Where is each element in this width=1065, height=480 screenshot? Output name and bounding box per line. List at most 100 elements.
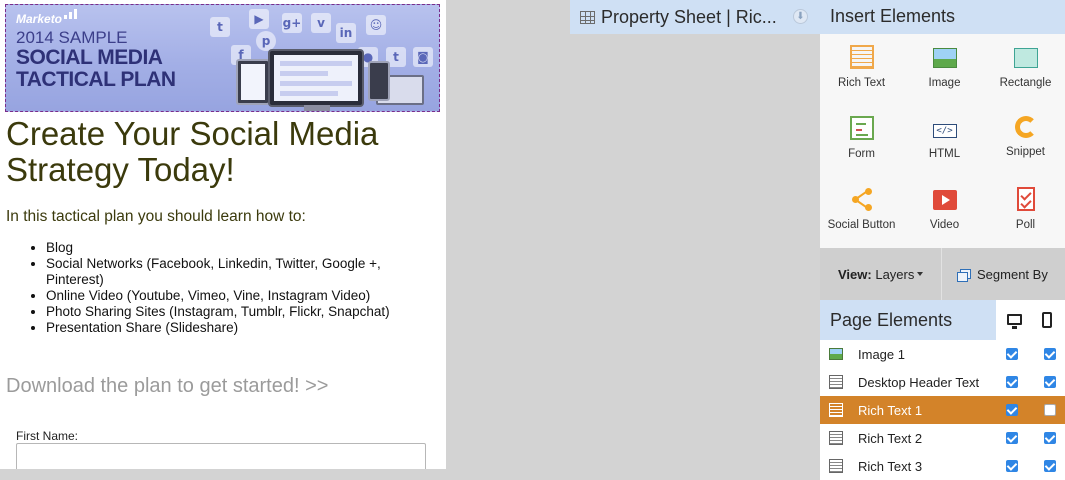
page-elements-header: Page Elements <box>820 300 1065 340</box>
tile-label: Rich Text <box>837 77 886 89</box>
rectangle-icon <box>1013 48 1038 68</box>
text-element-icon <box>829 375 843 389</box>
mobile-visibility-checkbox[interactable] <box>1044 460 1056 472</box>
right-panel: Insert Elements Rich Text Image Rectangl… <box>820 0 1065 480</box>
download-cta-text[interactable]: Download the plan to get started! >> <box>6 375 328 398</box>
property-sheet-bar[interactable]: Property Sheet | Ric... ⬇ <box>570 0 820 34</box>
rich-text-icon <box>849 45 874 69</box>
insert-social-button[interactable]: Social Button <box>820 182 903 253</box>
banner-image[interactable]: Marketo 2014 SAMPLE SOCIAL MEDIA TACTICA… <box>5 4 440 112</box>
insert-snippet[interactable]: Snippet <box>986 111 1065 182</box>
list-item: Social Networks (Facebook, Linkedin, Twi… <box>46 256 430 288</box>
tile-label: Video <box>929 219 960 231</box>
monitor-illustration <box>268 49 364 107</box>
view-layers-dropdown[interactable]: View: Layers <box>820 248 942 300</box>
snippet-icon <box>1014 116 1037 138</box>
page-element-row[interactable]: Rich Text 2 <box>820 424 1065 452</box>
page-element-label: Rich Text 1 <box>858 402 923 418</box>
desktop-visibility-checkbox[interactable] <box>1006 348 1018 360</box>
tablet-illustration <box>236 59 270 105</box>
property-sheet-title: Property Sheet | Ric... <box>601 6 777 27</box>
banner-title-line: SOCIAL MEDIA <box>16 46 163 69</box>
download-icon[interactable]: ⬇ <box>793 9 808 24</box>
property-sheet-icon <box>580 10 595 24</box>
segment-by-label: Segment By <box>977 266 1048 282</box>
pinterest-icon: p <box>256 31 276 51</box>
page-element-row-selected[interactable]: Rich Text 1 <box>820 396 1065 424</box>
view-value: Layers <box>875 266 915 282</box>
insert-rectangle[interactable]: Rectangle <box>986 40 1065 111</box>
page-element-row[interactable]: Rich Text 3 <box>820 452 1065 480</box>
google-plus-icon: g+ <box>282 13 302 33</box>
image-icon <box>932 48 957 68</box>
tile-label: Poll <box>1015 219 1036 231</box>
first-name-field[interactable] <box>16 443 426 469</box>
first-name-label: First Name: <box>16 429 79 443</box>
tile-label: Rectangle <box>999 77 1052 89</box>
desktop-visibility-checkbox[interactable] <box>1006 460 1018 472</box>
banner-year-text: 2014 SAMPLE <box>16 28 128 47</box>
monitor-stand <box>304 105 330 111</box>
list-item: Presentation Share (Slideshare) <box>46 320 430 336</box>
page-elements-title: Page Elements <box>830 310 953 330</box>
landing-page-canvas: Marketo 2014 SAMPLE SOCIAL MEDIA TACTICA… <box>0 0 446 469</box>
poll-icon <box>1016 187 1035 211</box>
desktop-icon <box>1007 314 1022 329</box>
desktop-visibility-checkbox[interactable] <box>1006 432 1018 444</box>
form-icon <box>849 116 874 140</box>
social-button-icon <box>850 187 874 211</box>
desktop-visibility-checkbox[interactable] <box>1006 404 1018 416</box>
view-bar: View: Layers Segment By <box>820 248 1065 300</box>
page-element-label: Image 1 <box>858 346 905 362</box>
page-element-label: Rich Text 2 <box>858 430 923 446</box>
segment-by-button[interactable]: Segment By <box>942 248 1065 300</box>
view-prefix: View: <box>838 266 872 282</box>
page-elements-list: Image 1 Desktop Header Text Rich Text 1 … <box>820 340 1065 480</box>
video-icon <box>932 190 957 210</box>
list-item: Online Video (Youtube, Vimeo, Vine, Inst… <box>46 288 430 304</box>
insert-image[interactable]: Image <box>903 40 986 111</box>
intro-text[interactable]: In this tactical plan you should learn h… <box>6 208 306 226</box>
linkedin-icon: in <box>336 23 356 43</box>
insert-elements-grid: Rich Text Image Rectangle Form </> HTML … <box>820 34 1065 248</box>
insert-rich-text[interactable]: Rich Text <box>820 40 903 111</box>
tile-label: HTML <box>928 148 961 160</box>
marketo-logo: Marketo <box>16 12 63 26</box>
banner-title-line: TACTICAL PLAN <box>16 68 176 91</box>
insert-video[interactable]: Video <box>903 182 986 253</box>
list-item: Photo Sharing Sites (Instagram, Tumblr, … <box>46 304 430 320</box>
page-element-row[interactable]: Image 1 <box>820 340 1065 368</box>
segment-icon <box>957 269 971 282</box>
page-element-row[interactable]: Desktop Header Text <box>820 368 1065 396</box>
tile-label: Image <box>928 77 961 89</box>
desktop-visibility-checkbox[interactable] <box>1006 376 1018 388</box>
tile-label: Snippet <box>1005 146 1045 158</box>
insert-form[interactable]: Form <box>820 111 903 182</box>
mobile-visibility-checkbox[interactable] <box>1044 348 1056 360</box>
text-element-icon <box>829 459 843 473</box>
caret-down-icon <box>917 272 924 276</box>
insert-poll[interactable]: Poll <box>986 182 1065 253</box>
vine-icon: v <box>311 13 331 33</box>
insert-elements-header: Insert Elements <box>820 0 1065 34</box>
image-icon <box>829 348 843 360</box>
page-headline[interactable]: Create Your Social Media Strategy Today! <box>6 116 436 188</box>
text-element-icon <box>829 403 843 417</box>
snapchat-icon: ☺ <box>366 15 386 35</box>
marketo-bars-icon <box>64 9 77 19</box>
tile-label: Form <box>848 148 875 160</box>
topics-list[interactable]: Blog Social Networks (Facebook, Linkedin… <box>0 240 430 336</box>
phone-illustration <box>368 61 390 101</box>
insert-html[interactable]: </> HTML <box>903 111 986 182</box>
page-element-label: Rich Text 3 <box>858 458 923 474</box>
mobile-visibility-checkbox[interactable] <box>1044 376 1056 388</box>
instagram-icon: ◙ <box>413 47 433 67</box>
twitter-icon: t <box>210 17 230 37</box>
page-element-label: Desktop Header Text <box>858 374 980 390</box>
html-icon: </> <box>932 124 957 138</box>
youtube-icon: ▶ <box>249 9 269 29</box>
text-element-icon <box>829 431 843 445</box>
tile-label: Social Button <box>827 219 896 231</box>
mobile-visibility-checkbox[interactable] <box>1044 432 1056 444</box>
mobile-visibility-checkbox[interactable] <box>1044 404 1056 416</box>
